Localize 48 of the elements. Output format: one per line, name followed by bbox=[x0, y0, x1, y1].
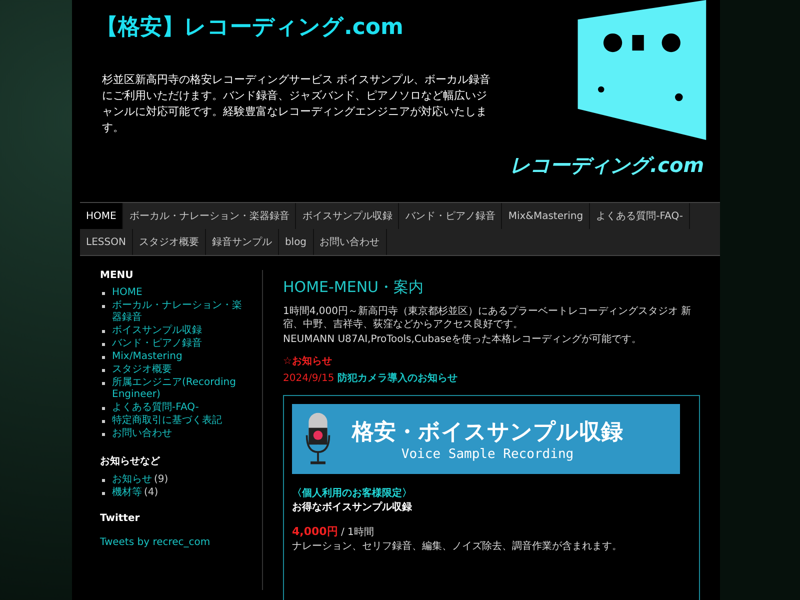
sidebar-heading: MENU bbox=[100, 270, 134, 281]
sidebar-link[interactable]: 機材等 bbox=[112, 487, 142, 499]
sidebar-link[interactable]: よくある質問-FAQ- bbox=[112, 402, 199, 414]
bullet-icon bbox=[102, 369, 105, 372]
sidebar-link[interactable]: Mix/Mastering bbox=[112, 351, 182, 363]
bullet-icon bbox=[102, 305, 105, 308]
sidebar-link[interactable]: お知らせ bbox=[112, 474, 152, 486]
sidebar-heading: Twitter bbox=[100, 513, 141, 524]
banner-subtitle: Voice Sample Recording bbox=[401, 446, 574, 462]
bullet-icon bbox=[102, 382, 105, 385]
sidebar-link[interactable]: 所属エンジニア(Recording Engineer) bbox=[112, 377, 248, 401]
sidebar-link[interactable]: HOME bbox=[112, 287, 142, 299]
sidebar-link[interactable]: ボーカル・ナレーション・楽器録音 bbox=[112, 300, 248, 324]
banner-title: 格安・ボイスサンプル収録 bbox=[352, 418, 623, 446]
service-description: ナレーション、セリフ録音、編集、ノイズ除去、調音作業が含まれます。 bbox=[292, 540, 623, 553]
bullet-icon bbox=[102, 330, 105, 333]
site-description: 杉並区新高円寺の格安レコーディングサービス ボイスサンプル、ボーカル録音にご利用いただけます。バンド録音、ジャズバンド、ピアノソロなど幅広いジャンルに対応可能です。経験豊富なレコーディングエンジニアが対応いたします。 bbox=[102, 72, 492, 136]
sidebar-link[interactable]: ボイスサンプル収録 bbox=[112, 325, 202, 337]
microphone-icon bbox=[304, 411, 332, 467]
sidebar-link[interactable]: スタジオ概要 bbox=[112, 364, 172, 376]
bullet-icon bbox=[102, 407, 105, 410]
twitter-link[interactable]: Tweets by recrec_com bbox=[100, 537, 210, 548]
bullet-icon bbox=[102, 492, 105, 495]
intro-paragraph: 1時間4,000円～新高円寺（東京都杉並区）にあるプラーベートレコーディングスタジオ 新宿、中野、吉祥寺、荻窪などからアクセス良好です。 bbox=[283, 305, 692, 331]
site-title[interactable]: 【格安】レコーディング.com bbox=[96, 12, 496, 42]
sidebar-heading: お知らせなど bbox=[100, 454, 161, 468]
limited-label: 〈個人利用のお客様限定〉 bbox=[292, 486, 413, 500]
logo-text: レコーディング.com bbox=[510, 152, 704, 179]
sidebar-link[interactable]: 特定商取引に基づく表記 bbox=[112, 415, 222, 427]
notice-heading: ☆お知らせ bbox=[283, 354, 333, 368]
bullet-icon bbox=[102, 343, 105, 346]
bullet-icon bbox=[102, 292, 105, 295]
sidebar-link[interactable]: お問い合わせ bbox=[112, 428, 172, 440]
post-count: (9) bbox=[154, 474, 168, 486]
notice-link[interactable]: 防犯カメラ導入のお知らせ bbox=[337, 373, 458, 384]
price: 4,000円 bbox=[292, 525, 338, 538]
bullet-icon bbox=[102, 479, 105, 482]
price-unit: / 1時間 bbox=[340, 527, 374, 538]
intro-paragraph: NEUMANN U87AI,ProTools,Cubaseを使った本格レコーディングが可能です。 bbox=[283, 333, 643, 346]
post-count: (4) bbox=[144, 487, 158, 499]
notice-date: 2024/9/15 bbox=[283, 373, 334, 384]
page-heading: HOME-MENU・案内 bbox=[283, 278, 425, 297]
bullet-icon bbox=[102, 433, 105, 436]
bullet-icon bbox=[102, 420, 105, 423]
service-title: お得なボイスサンプル収録 bbox=[292, 500, 413, 514]
bullet-icon bbox=[102, 356, 105, 359]
nav-tab[interactable]: HOME bbox=[80, 203, 124, 229]
sidebar-link[interactable]: バンド・ピアノ録音 bbox=[112, 338, 202, 350]
